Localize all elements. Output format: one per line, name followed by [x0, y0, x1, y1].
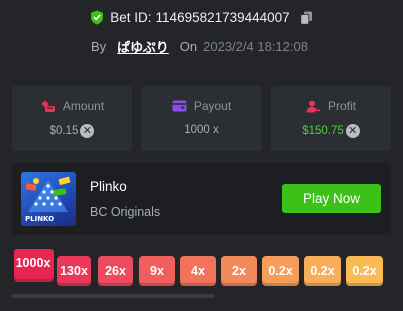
multiplier-bin: 0.2x [304, 256, 341, 286]
coins-icon [40, 100, 55, 112]
currency-coin-icon: ✕ [345, 124, 360, 138]
amount-card: Amount $0.15 ✕ [12, 86, 132, 151]
bet-id-row: Bet ID: 114695821739444007 [0, 10, 403, 25]
profit-value: $150.75 [302, 125, 344, 137]
multiplier-bin: 1000x [14, 249, 54, 282]
multiplier-bin: 26x [98, 256, 133, 286]
bet-id-label: Bet ID: [110, 10, 152, 25]
multiplier-bin: 0.2x [262, 256, 299, 286]
play-now-button[interactable]: Play Now [282, 184, 381, 213]
multiplier-bin: 2x [221, 256, 257, 286]
game-card: PLINKO Plinko BC Originals Play Now [12, 163, 391, 235]
on-label: On [179, 39, 198, 54]
payout-card: Payout 1000 x [141, 86, 262, 151]
multiplier-bin: 130x [57, 256, 91, 286]
copy-icon[interactable] [300, 11, 313, 25]
payout-label: Payout [193, 99, 232, 113]
multiplier-bin: 9x [139, 256, 175, 286]
thumbnail-label: PLINKO [25, 215, 55, 223]
bet-id-value: 114695821739444007 [155, 10, 290, 25]
currency-coin-icon: ✕ [80, 124, 95, 138]
author-username-link[interactable]: ぱゆぷり [117, 37, 169, 56]
author-row: By ぱゆぷり On 2023/2/4 18:12:08 [91, 37, 308, 56]
profit-user-icon [306, 100, 321, 112]
wallet-icon [172, 100, 187, 112]
payout-value: 1000 x [184, 124, 219, 136]
shield-check-icon [91, 10, 104, 25]
amount-value: $0.15 [49, 125, 79, 137]
multiplier-bin: 0.2x [346, 256, 383, 286]
profit-label: Profit [327, 99, 356, 113]
by-label: By [91, 39, 107, 54]
horizontal-scrollbar[interactable] [12, 294, 214, 298]
game-provider: BC Originals [90, 205, 161, 219]
amount-label: Amount [62, 99, 105, 113]
profit-card: Profit $150.75 ✕ [271, 86, 391, 151]
multiplier-bin: 4x [180, 256, 216, 286]
bet-date: 2023/2/4 18:12:08 [203, 39, 308, 54]
game-title[interactable]: Plinko [90, 179, 127, 194]
plinko-thumbnail[interactable]: PLINKO [21, 172, 76, 226]
